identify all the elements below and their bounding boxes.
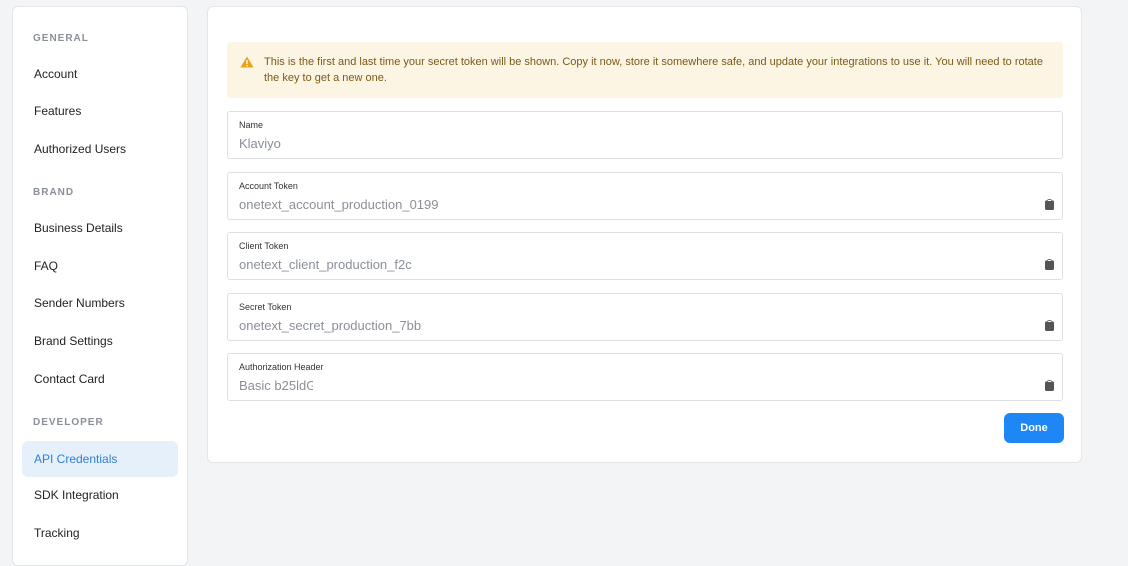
sidebar-item-faq[interactable]: FAQ <box>22 248 178 284</box>
sidebar-item-authorized-users[interactable]: Authorized Users <box>22 131 178 167</box>
account-token-input[interactable] <box>239 195 439 213</box>
clipboard-icon[interactable] <box>1045 318 1054 336</box>
api-credentials-panel: This is the first and last time your sec… <box>207 6 1082 463</box>
section-title-developer: DEVELOPER <box>33 417 104 428</box>
secret-token-warning: This is the first and last time your sec… <box>227 42 1063 98</box>
sidebar-item-business-details[interactable]: Business Details <box>22 210 178 246</box>
name-field[interactable]: Name <box>227 111 1063 159</box>
secret-token-field[interactable]: Secret Token <box>227 293 1063 341</box>
name-label: Name <box>239 120 264 130</box>
done-button[interactable]: Done <box>1004 413 1064 443</box>
secret-token-label: Secret Token <box>239 302 292 312</box>
account-token-field[interactable]: Account Token <box>227 172 1063 220</box>
sidebar-item-features[interactable]: Features <box>22 93 178 129</box>
client-token-field[interactable]: Client Token <box>227 232 1063 280</box>
authorization-header-input[interactable] <box>239 376 313 394</box>
warning-icon <box>240 55 254 73</box>
clipboard-icon[interactable] <box>1045 197 1054 215</box>
sidebar-item-sender-numbers[interactable]: Sender Numbers <box>22 285 178 321</box>
clipboard-icon[interactable] <box>1045 257 1054 275</box>
warning-text: This is the first and last time your sec… <box>264 56 1043 84</box>
name-input[interactable] <box>239 134 439 152</box>
authorization-header-label: Authorization Header <box>239 362 324 372</box>
account-token-label: Account Token <box>239 181 298 191</box>
authorization-header-field[interactable]: Authorization Header <box>227 353 1063 401</box>
sidebar-item-tracking[interactable]: Tracking <box>22 515 178 551</box>
settings-sidebar: GENERAL Account Features Authorized User… <box>12 6 188 566</box>
secret-token-input[interactable] <box>239 316 439 334</box>
section-title-brand: BRAND <box>33 187 75 198</box>
client-token-label: Client Token <box>239 241 289 251</box>
sidebar-item-contact-card[interactable]: Contact Card <box>22 361 178 397</box>
sidebar-item-brand-settings[interactable]: Brand Settings <box>22 323 178 359</box>
section-title-general: GENERAL <box>33 33 89 44</box>
sidebar-item-account[interactable]: Account <box>22 56 178 92</box>
sidebar-item-sdk-integration[interactable]: SDK Integration <box>22 477 178 513</box>
clipboard-icon[interactable] <box>1045 378 1054 396</box>
client-token-input[interactable] <box>239 255 439 273</box>
sidebar-item-api-credentials[interactable]: API Credentials <box>22 441 178 477</box>
